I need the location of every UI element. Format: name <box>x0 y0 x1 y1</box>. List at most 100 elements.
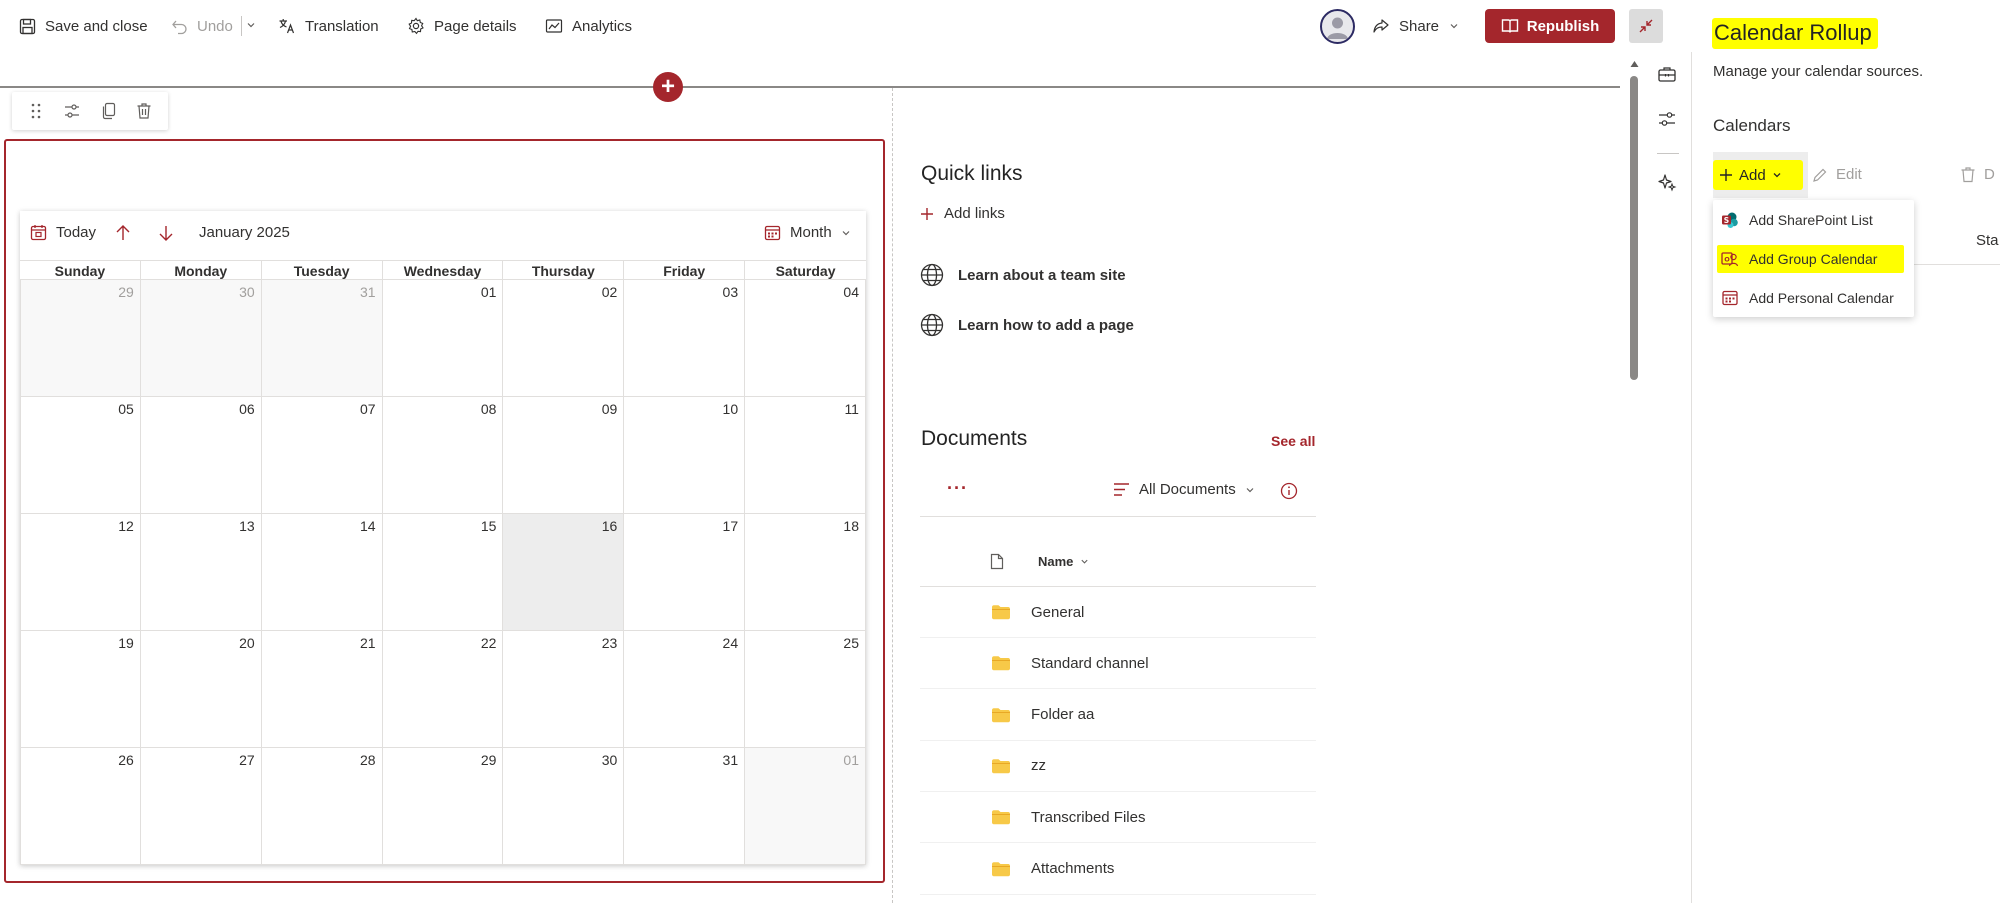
calendar-day-cell[interactable]: 26 <box>20 748 141 865</box>
republish-button[interactable]: Republish <box>1485 9 1615 43</box>
page-details-label: Page details <box>434 17 517 35</box>
calendar-day-cell[interactable]: 29 <box>20 280 141 397</box>
calendar-day-cell[interactable]: 03 <box>624 280 746 397</box>
calendar-day-cell[interactable]: 15 <box>382 514 504 631</box>
document-row[interactable]: Transcribed Files <box>920 792 1316 844</box>
calendar-day-cell[interactable]: 05 <box>20 397 141 514</box>
info-icon[interactable] <box>1280 482 1298 500</box>
document-row[interactable]: Folder aa <box>920 690 1316 741</box>
menu-item-add-sharepoint-list[interactable]: S Add SharePoint List <box>1717 206 1873 234</box>
quick-link-item[interactable]: Learn about a team site <box>920 263 1126 287</box>
delete-calendar-button[interactable]: D <box>1960 166 1995 183</box>
month-year-text: January 2025 <box>199 224 290 241</box>
document-row[interactable]: zz <box>920 741 1316 792</box>
menu-item-add-group-calendar[interactable]: O Add Group Calendar <box>1717 245 1904 273</box>
calendar-day-cell[interactable]: 28 <box>261 748 383 865</box>
calendar-day-cell[interactable]: 01 <box>745 748 866 865</box>
calendar-day-cell[interactable]: 29 <box>382 748 504 865</box>
calendar: Today January 2025 Month Sunday Monday Tue… <box>20 211 866 865</box>
scroll-up-arrow-icon[interactable] <box>1630 60 1639 68</box>
design-ideas-sparkle-icon[interactable] <box>1657 172 1677 192</box>
calendar-day-cell[interactable]: 11 <box>745 397 866 514</box>
save-icon <box>18 17 36 35</box>
quick-link-item[interactable]: Learn how to add a page <box>920 313 1134 337</box>
command-bar: Save and close Undo Translation Page det… <box>0 0 1692 52</box>
calendar-day-cell[interactable]: 18 <box>745 514 866 631</box>
menu-item-add-personal-calendar[interactable]: Add Personal Calendar <box>1717 284 1894 312</box>
chevron-down-icon <box>1245 485 1255 495</box>
add-links-button[interactable]: Add links <box>920 205 1005 222</box>
undo-button[interactable]: Undo <box>170 12 233 40</box>
name-column-header[interactable]: Name <box>990 553 1089 570</box>
next-month-button[interactable] <box>157 224 175 242</box>
calendar-day-cell[interactable]: 24 <box>624 631 746 748</box>
column-divider <box>892 88 893 903</box>
document-name: Attachments <box>1031 860 1115 877</box>
analytics-button[interactable]: Analytics <box>545 12 632 40</box>
see-all-link[interactable]: See all <box>1271 433 1315 449</box>
calendar-day-cell[interactable]: 01 <box>382 280 504 397</box>
edit-properties-icon[interactable] <box>63 102 81 120</box>
document-row[interactable]: Attachments <box>920 844 1316 895</box>
calendar-day-cell[interactable]: 21 <box>261 631 383 748</box>
document-row[interactable]: General <box>920 587 1316 638</box>
edit-label: Edit <box>1836 166 1862 183</box>
trash-icon[interactable] <box>136 102 152 120</box>
add-calendar-button[interactable]: Add <box>1713 160 1803 190</box>
today-button[interactable]: Today <box>30 224 96 241</box>
calendar-day-cell[interactable]: 23 <box>503 631 625 748</box>
calendar-icon <box>1721 289 1739 307</box>
translation-button[interactable]: Translation <box>278 12 379 40</box>
folder-icon <box>991 758 1011 774</box>
calendar-day-cell[interactable]: 30 <box>503 748 625 865</box>
calendar-day-cell[interactable]: 25 <box>745 631 866 748</box>
calendar-day-cell[interactable]: 14 <box>261 514 383 631</box>
calendar-day-cell[interactable]: 22 <box>382 631 504 748</box>
calendar-day-cell[interactable]: 07 <box>261 397 383 514</box>
share-button[interactable]: Share <box>1372 12 1460 40</box>
calendar-day-cell[interactable]: 19 <box>20 631 141 748</box>
calendar-day-cell[interactable]: 17 <box>624 514 746 631</box>
weekday-header: Tuesday <box>261 260 383 280</box>
calendar-day-cell[interactable]: 13 <box>140 514 262 631</box>
scrollbar-thumb[interactable] <box>1630 76 1638 380</box>
calendar-today-icon <box>30 224 47 241</box>
document-row[interactable]: Standard channel <box>920 638 1316 690</box>
calendar-day-cell[interactable]: 06 <box>140 397 262 514</box>
undo-dropdown-chevron-icon[interactable] <box>246 20 256 30</box>
page-details-button[interactable]: Page details <box>407 12 517 40</box>
add-calendar-menu: S Add SharePoint List O Add Group Calend… <box>1713 200 1914 317</box>
menu-item-label: Add Group Calendar <box>1749 251 1878 267</box>
share-icon <box>1372 17 1390 35</box>
calendar-day-cell[interactable]: 16 <box>503 514 625 631</box>
all-documents-label: All Documents <box>1139 481 1236 498</box>
calendar-day-cell[interactable]: 10 <box>624 397 746 514</box>
calendar-day-cell[interactable]: 12 <box>20 514 141 631</box>
view-selector-all-documents[interactable]: All Documents <box>1113 481 1255 498</box>
drag-handle-icon[interactable] <box>28 102 44 120</box>
duplicate-icon[interactable] <box>101 102 117 120</box>
calendar-day-cell[interactable]: 27 <box>140 748 262 865</box>
add-section-button[interactable]: + <box>653 72 683 102</box>
save-and-close-button[interactable]: Save and close <box>18 12 148 40</box>
folder-icon <box>991 809 1011 825</box>
more-options-button[interactable]: ··· <box>947 478 968 499</box>
calendar-day-cell[interactable]: 20 <box>140 631 262 748</box>
republish-label: Republish <box>1526 17 1600 35</box>
toolbox-icon[interactable] <box>1657 64 1677 84</box>
avatar[interactable] <box>1320 9 1355 44</box>
calendar-day-cell[interactable]: 02 <box>503 280 625 397</box>
collapse-pane-button[interactable] <box>1629 9 1663 43</box>
calendar-day-cell[interactable]: 31 <box>261 280 383 397</box>
edit-calendar-button[interactable]: Edit <box>1812 166 1862 183</box>
webpart-toolbar <box>12 92 168 130</box>
calendar-day-cell[interactable]: 30 <box>140 280 262 397</box>
folder-icon <box>991 604 1011 620</box>
calendar-day-cell[interactable]: 09 <box>503 397 625 514</box>
calendar-day-cell[interactable]: 08 <box>382 397 504 514</box>
previous-month-button[interactable] <box>114 224 132 242</box>
calendar-day-cell[interactable]: 31 <box>624 748 746 865</box>
properties-icon[interactable] <box>1657 109 1677 129</box>
calendar-day-cell[interactable]: 04 <box>745 280 866 397</box>
view-selector[interactable]: Month <box>764 224 851 241</box>
